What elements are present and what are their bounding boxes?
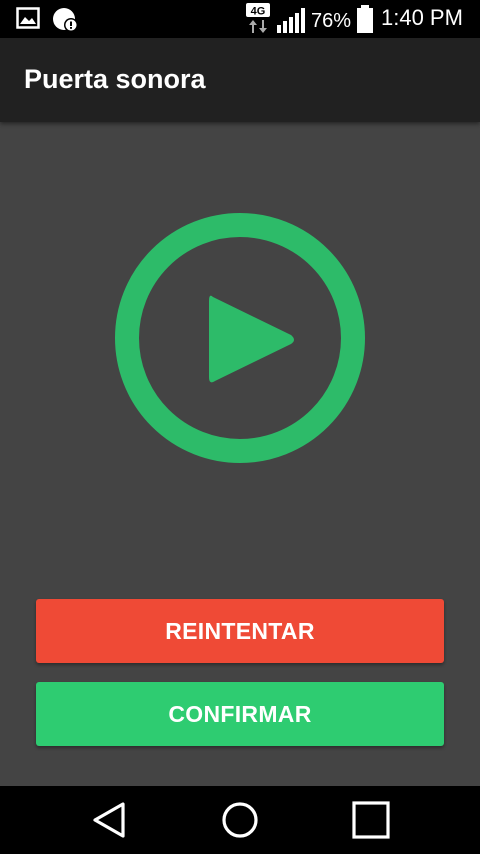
app-bar: Puerta sonora — [0, 38, 480, 122]
gallery-icon — [16, 7, 40, 34]
navigation-bar — [0, 786, 480, 854]
battery-icon — [356, 5, 374, 38]
play-icon — [115, 213, 365, 463]
recents-icon[interactable] — [351, 800, 391, 845]
page-title: Puerta sonora — [24, 64, 206, 94]
retry-button[interactable]: REINTENTAR — [36, 599, 444, 663]
app-notification-icon — [52, 7, 80, 38]
confirm-button[interactable]: CONFIRMAR — [36, 682, 444, 746]
network-4g-icon: 4G — [246, 3, 270, 40]
battery-percentage: 76% — [311, 10, 352, 32]
play-button[interactable] — [115, 213, 365, 463]
svg-text:4G: 4G — [251, 6, 266, 18]
home-icon[interactable] — [220, 800, 260, 845]
signal-icon — [276, 7, 306, 38]
clock: 1:40 PM — [381, 5, 463, 30]
status-bar: 4G 76% 1:40 PM — [0, 0, 480, 38]
back-icon[interactable] — [90, 800, 130, 845]
